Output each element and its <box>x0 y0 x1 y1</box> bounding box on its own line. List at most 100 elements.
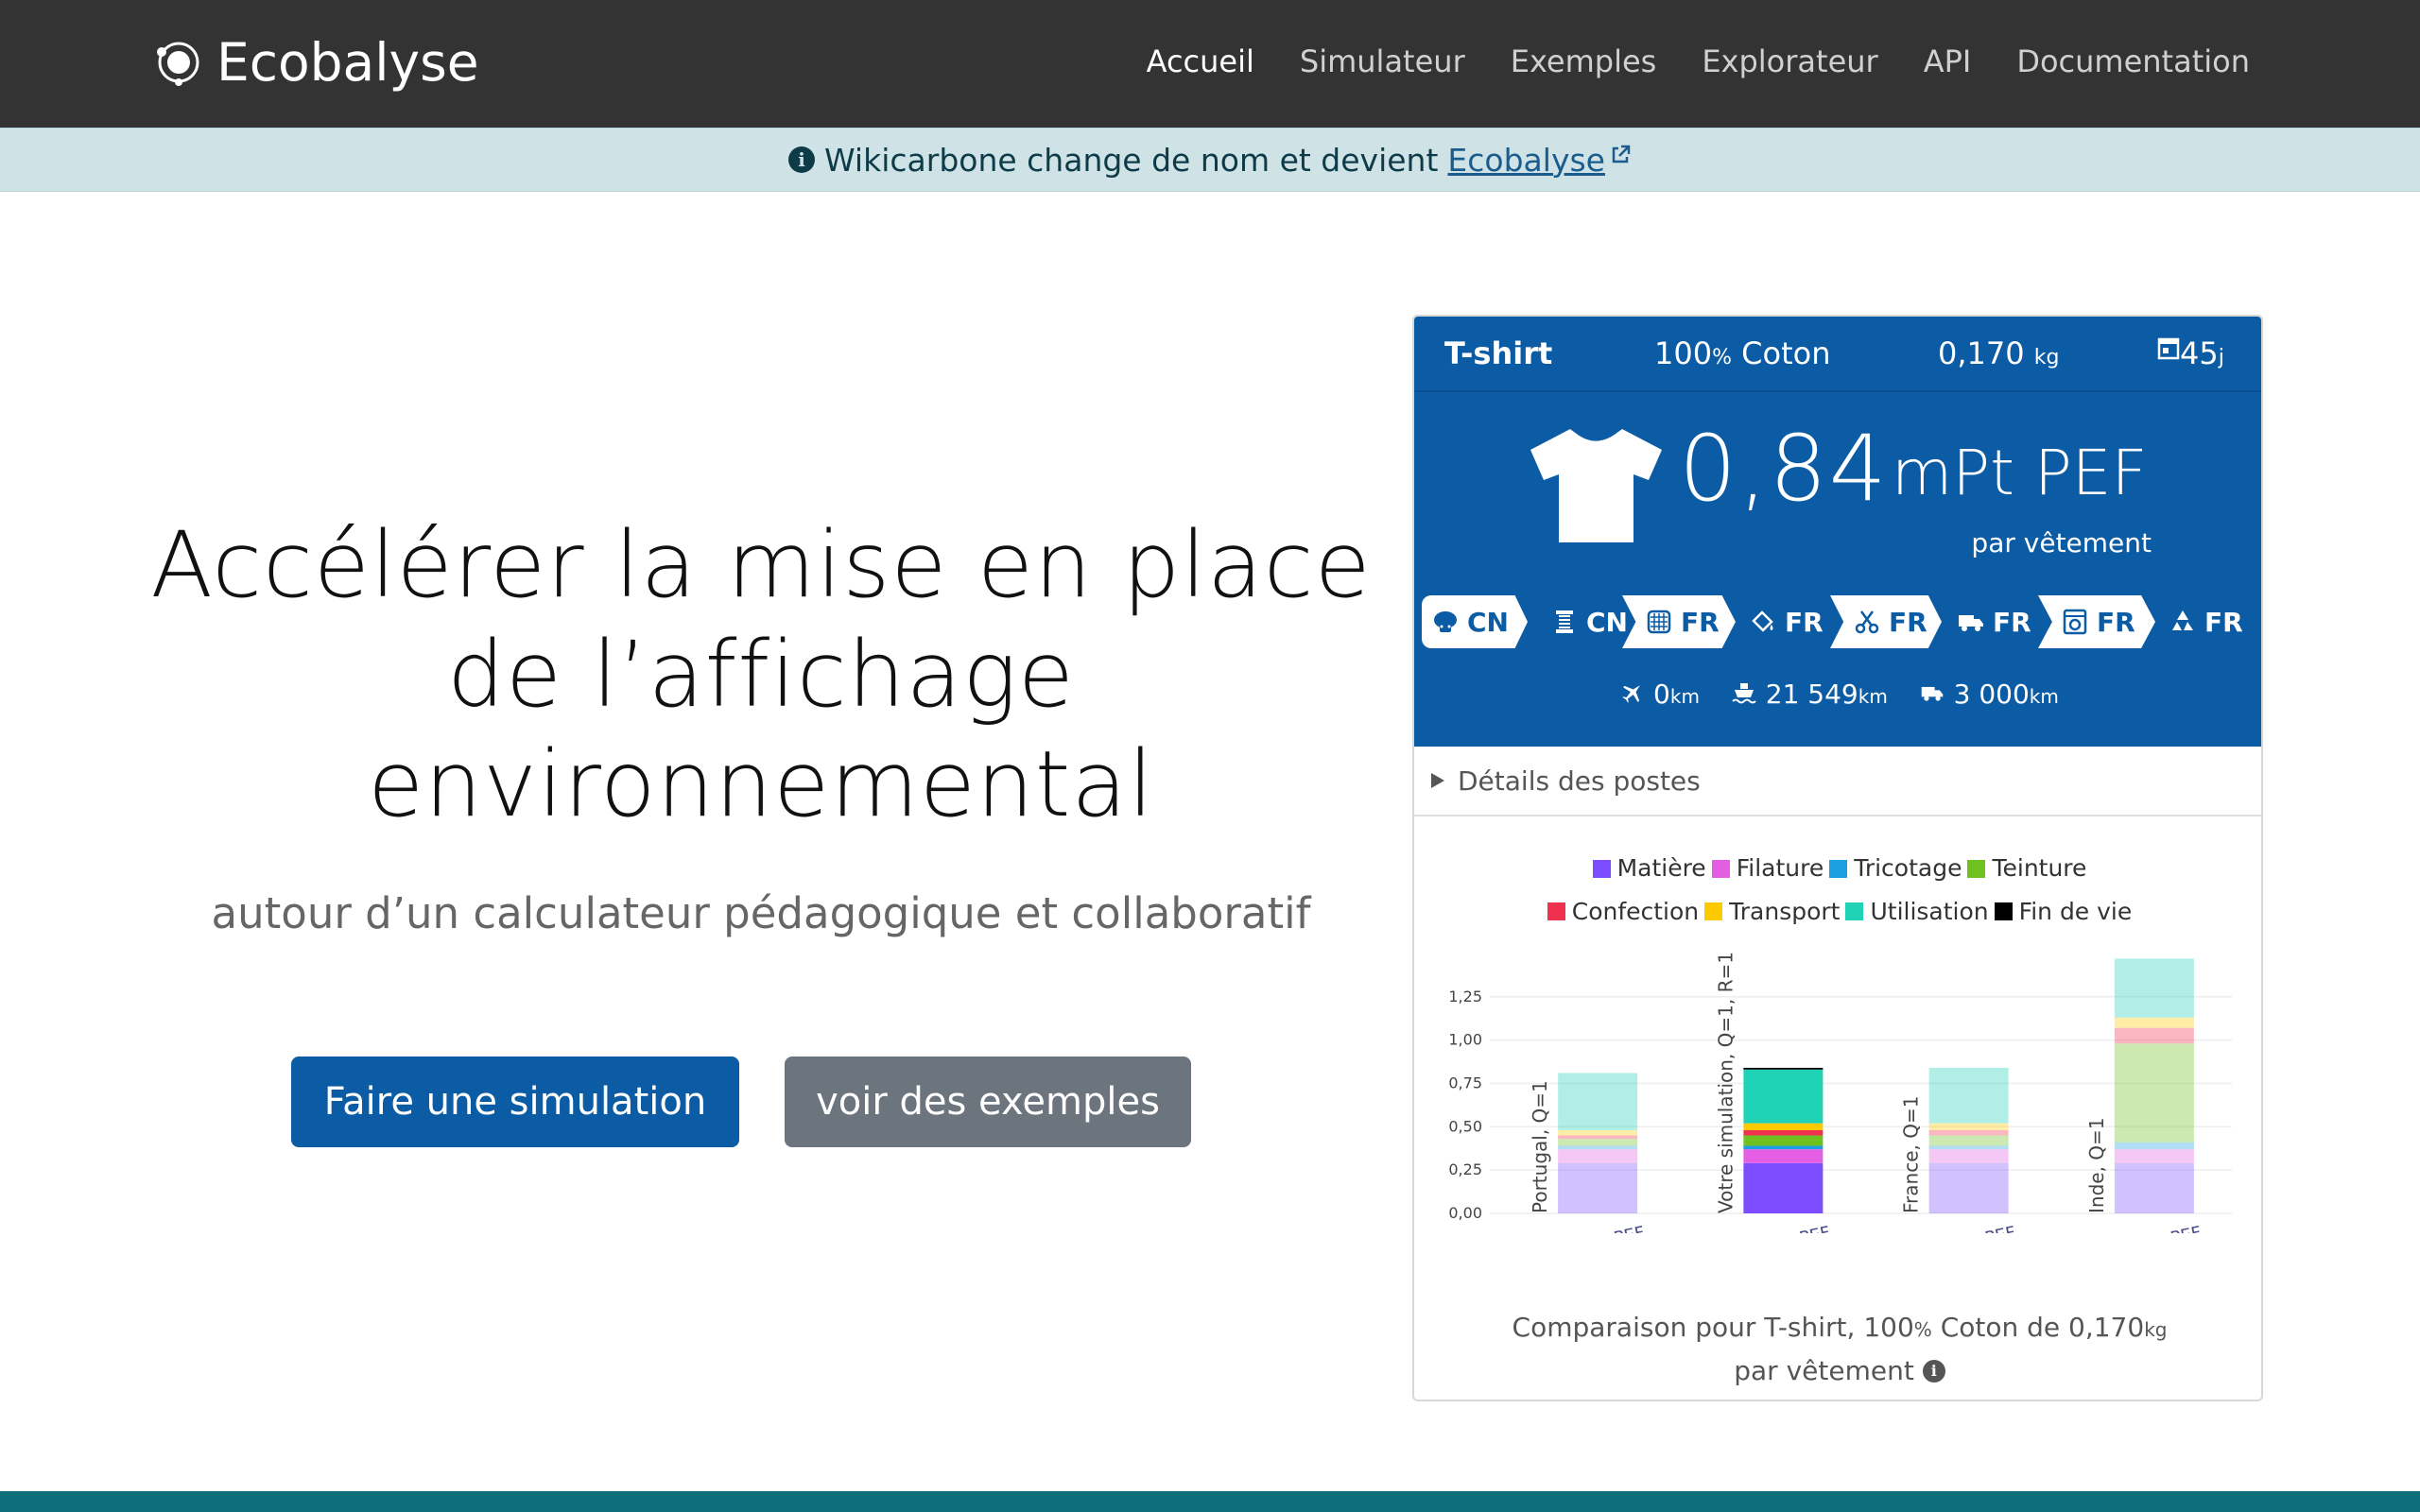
mass-value: 0,170 <box>1938 335 2025 371</box>
legend-item[interactable]: Filature <box>1711 848 1824 889</box>
material-name: Coton <box>1741 335 1831 371</box>
bar-segment <box>1558 1145 1638 1150</box>
truck-icon <box>1959 615 1983 631</box>
bar-total-label: 1,48 mPt PEF <box>2088 1223 2203 1233</box>
notice-link[interactable]: Ecobalyse <box>1447 142 1605 179</box>
step-tricotage[interactable]: FR <box>1622 595 1736 648</box>
bar-total-label: 0,81 mPt PEF <box>1531 1223 1646 1233</box>
step-teinture[interactable]: FR <box>1736 595 1830 648</box>
tshirt-icon <box>1530 428 1662 542</box>
km-unit: km <box>1858 685 1888 708</box>
caption-line-2: par vêtement <box>1734 1355 1914 1386</box>
step-fin-de-vie[interactable]: FR <box>2161 595 2256 648</box>
bar-segment <box>1743 1123 1824 1130</box>
step-country: FR <box>1889 606 1927 638</box>
chart-caption: Comparaison pour T-shirt, 100% Coton de … <box>1414 1307 2261 1392</box>
footer-band <box>0 1491 2420 1512</box>
legend-item[interactable]: Tricotage <box>1829 848 1962 889</box>
bar-segment <box>1928 1067 2009 1124</box>
y-tick-label: 0,50 <box>1448 1117 1482 1135</box>
brand-link[interactable]: Ecobalyse <box>154 32 479 93</box>
bar-segment <box>1558 1149 1638 1163</box>
score-value: 0,84 <box>1679 416 1889 522</box>
calendar-icon <box>2157 337 2180 360</box>
fabric-icon <box>1647 610 1671 634</box>
scissors-icon <box>1855 610 1879 634</box>
step-transport[interactable]: FR <box>1944 595 2038 648</box>
paint-bucket-icon <box>1752 610 1773 632</box>
truck-icon <box>1921 686 1943 701</box>
y-tick-label: 0,75 <box>1448 1074 1482 1091</box>
hero-title-line-2: de l’affichage <box>447 622 1075 728</box>
nav-accueil[interactable]: Accueil <box>1147 43 1254 79</box>
y-tick-label: 0,00 <box>1448 1204 1482 1222</box>
step-country: CN <box>1586 606 1628 638</box>
product-specs: T-shirt 100% Coton 0,170 kg 45j <box>1414 317 2261 392</box>
examples-button[interactable]: voir des exemples <box>785 1057 1191 1147</box>
bar-segment <box>2114 1017 2194 1028</box>
caption-prefix: Comparaison pour T-shirt, 100 <box>1512 1312 1914 1343</box>
step-matiere[interactable]: CN <box>1422 595 1528 648</box>
legend-item[interactable]: Teinture <box>1967 848 2086 889</box>
bar-segment <box>1743 1149 1824 1163</box>
step-confection[interactable]: FR <box>1830 595 1942 648</box>
hero-title-line-1: Accélérer la mise en place <box>150 512 1372 618</box>
disclosure-triangle-icon <box>1431 773 1444 788</box>
step-filature[interactable]: CN <box>1537 595 1632 648</box>
ecobalyse-logo-icon <box>157 42 199 86</box>
main-nav: Accueil Simulateur Exemples Explorateur … <box>1101 43 2250 79</box>
score-per-unit: par vêtement <box>1971 527 2152 558</box>
hero-subtitle: autour d’un calculateur pédagogique et c… <box>211 888 1311 938</box>
legend-label: Tricotage <box>1854 854 1962 882</box>
bar-segment <box>1928 1123 2009 1130</box>
bar-segment <box>1743 1162 1824 1213</box>
step-country: FR <box>2097 606 2135 638</box>
legend-swatch <box>1592 859 1611 878</box>
road-distance: 3 000km <box>1919 679 2059 710</box>
nav-api[interactable]: API <box>1924 43 1972 79</box>
step-country: CN <box>1467 606 1509 638</box>
caption-mid: Coton de 0,170 <box>1940 1312 2145 1343</box>
air-distance: 0km <box>1620 679 1708 710</box>
mass-spec: 0,170 kg <box>1938 335 2060 371</box>
lifecycle-steps: CN CN FR FR FR FR FR FR <box>1422 595 2261 648</box>
details-toggle[interactable]: Détails des postes <box>1414 747 2261 816</box>
washing-machine-icon <box>2063 609 2087 635</box>
mass-unit: kg <box>2033 346 2060 369</box>
km-unit: km <box>2029 685 2059 708</box>
bar-segment <box>1743 1069 1824 1124</box>
step-country: FR <box>1681 606 1720 638</box>
nav-explorateur[interactable]: Explorateur <box>1702 43 1877 79</box>
bar-segment <box>1743 1145 1824 1150</box>
nav-simulateur[interactable]: Simulateur <box>1300 43 1465 79</box>
step-utilisation[interactable]: FR <box>2038 595 2155 648</box>
info-icon[interactable]: i <box>1922 1360 1945 1383</box>
category-label: Inde, Q=1 <box>2085 1117 2108 1213</box>
bar-segment <box>1558 1129 1638 1136</box>
bar-segment <box>1558 1073 1638 1130</box>
legend-label: Matière <box>1616 854 1706 882</box>
bar-segment <box>2114 1162 2194 1213</box>
nav-documentation[interactable]: Documentation <box>2016 43 2250 79</box>
legend-swatch <box>1547 902 1565 920</box>
legend-swatch <box>1994 902 2013 920</box>
bar-total-label: 0,84 mPt PEF <box>1718 1223 1832 1233</box>
simulate-button[interactable]: Faire une simulation <box>291 1057 739 1147</box>
nav-exemples[interactable]: Exemples <box>1511 43 1657 79</box>
bar-segment <box>1743 1129 1824 1136</box>
category-label: Votre simulation, Q=1, R=1 <box>1714 952 1737 1213</box>
bar-segment <box>1928 1149 2009 1163</box>
sea-km: 21 549 <box>1765 679 1858 710</box>
brand-name: Ecobalyse <box>216 32 479 93</box>
bar-segment <box>1928 1162 2009 1213</box>
legend-swatch <box>1704 902 1723 920</box>
plane-icon <box>1622 685 1640 703</box>
legend-swatch <box>1829 859 1848 878</box>
bar-segment <box>1558 1162 1638 1213</box>
bar-segment <box>1558 1139 1638 1146</box>
impact-card: T-shirt 100% Coton 0,170 kg 45j 0,84 mPt… <box>1412 315 2263 1401</box>
legend-label: Teinture <box>1992 854 2087 882</box>
sea-distance: 21 549km <box>1731 679 1896 710</box>
legend-swatch <box>1711 859 1730 878</box>
legend-item[interactable]: Matière <box>1592 848 1706 889</box>
